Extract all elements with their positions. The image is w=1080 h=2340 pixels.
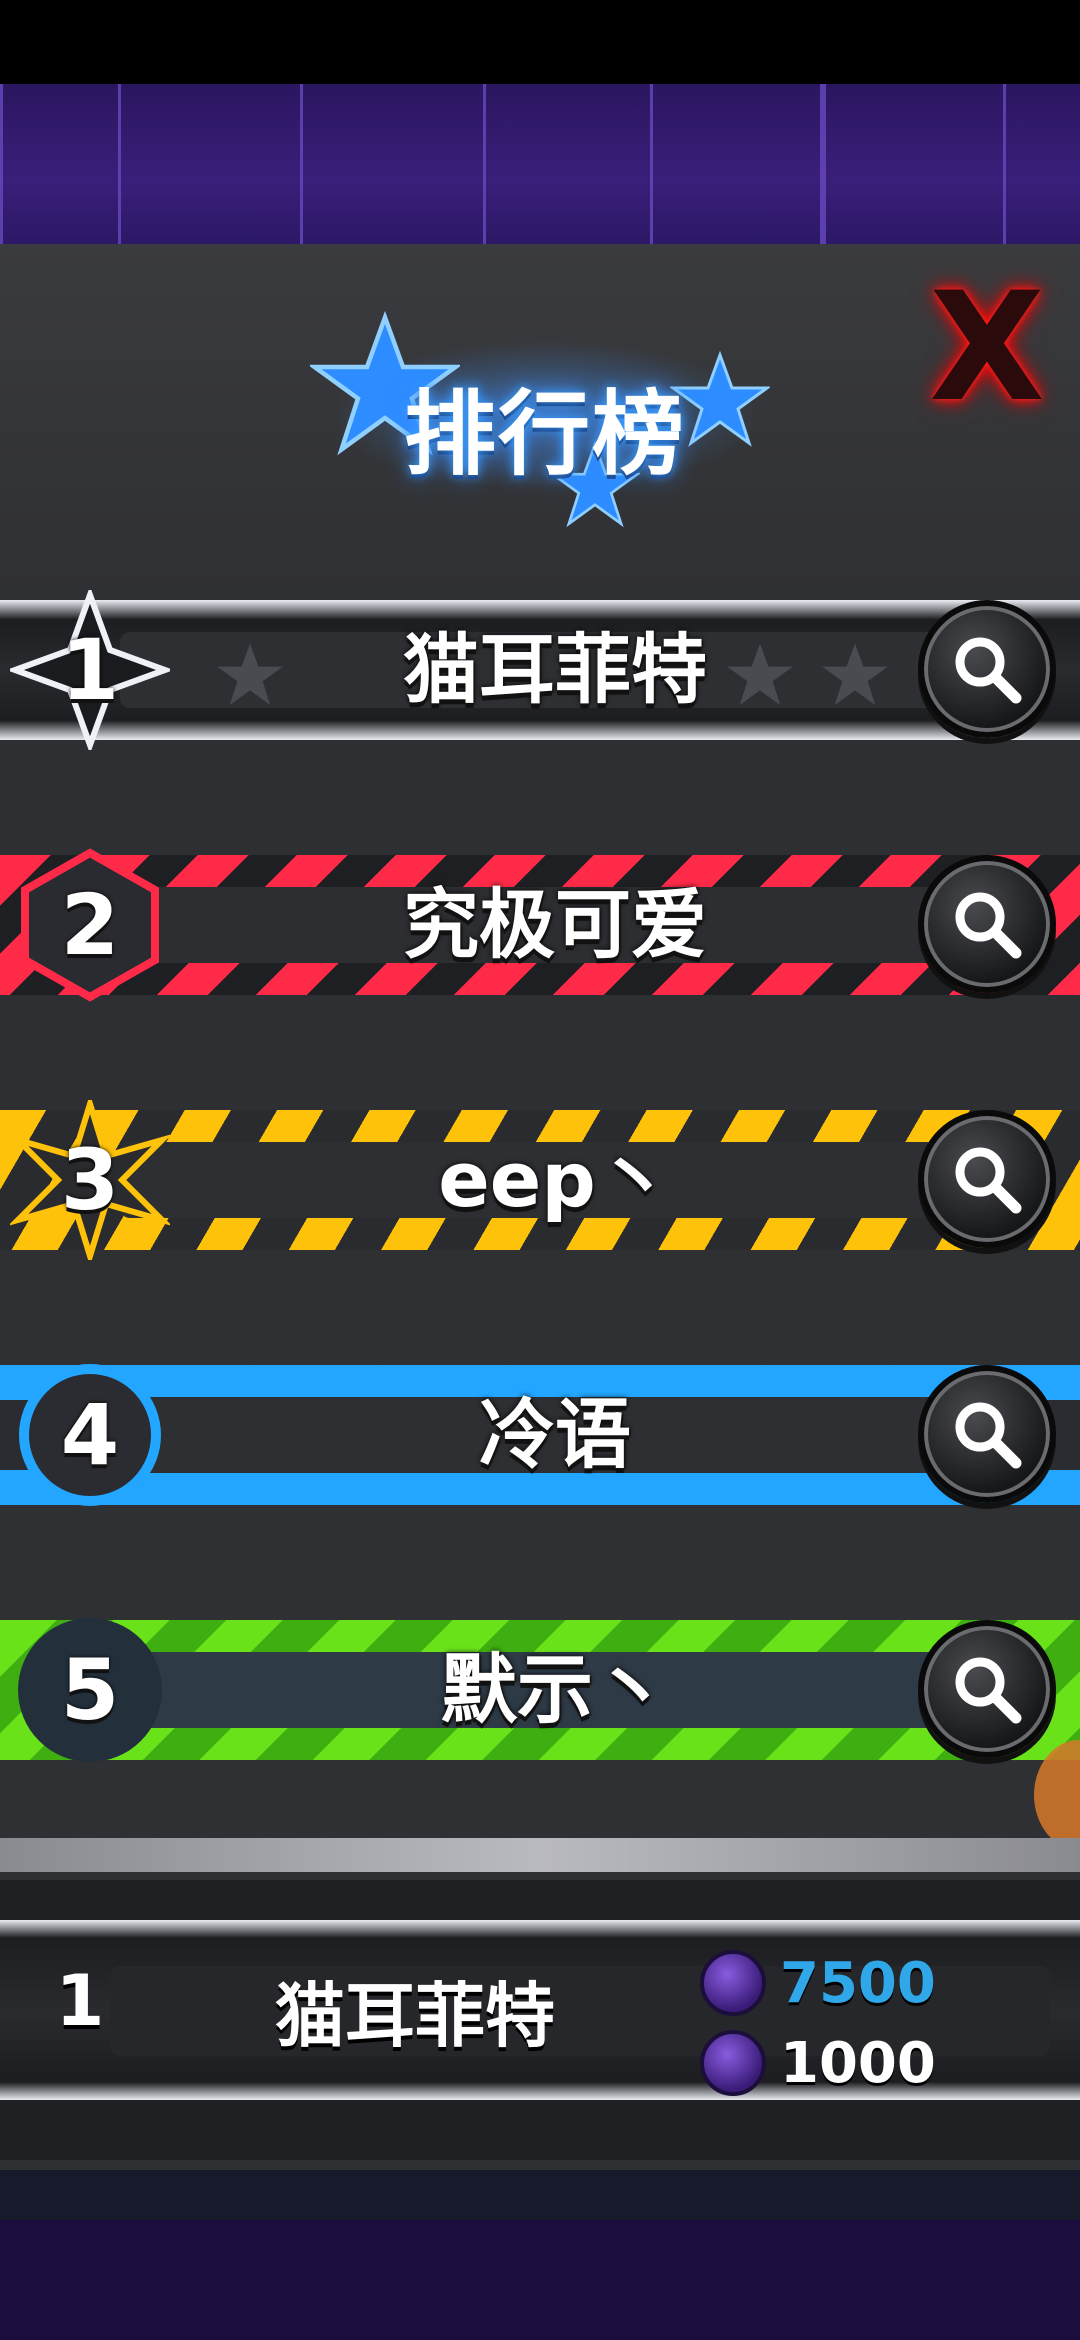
divider — [0, 1838, 1080, 1872]
search-button[interactable] — [918, 1110, 1056, 1248]
my-rank-number: 1 — [55, 1960, 105, 2042]
rank-number: 2 — [60, 876, 120, 974]
player-name: 猫耳菲特 — [403, 625, 707, 714]
rank-number: 4 — [60, 1386, 120, 1484]
leaderboard-row[interactable]: 2 究极可爱 — [0, 825, 1080, 1025]
magnifier-icon — [955, 637, 1022, 704]
search-button[interactable] — [918, 855, 1056, 993]
my-player-name: 猫耳菲特 — [275, 1975, 555, 2057]
status-bar — [0, 0, 1080, 84]
search-button[interactable] — [918, 1365, 1056, 1503]
rank-number: 5 — [60, 1641, 120, 1739]
search-button[interactable] — [918, 600, 1056, 738]
navigation-bar — [0, 2220, 1080, 2340]
magnifier-icon — [955, 892, 1022, 959]
shield-coin-icon — [700, 1950, 766, 2016]
leaderboard-row[interactable]: 1 猫耳菲特 — [0, 570, 1080, 770]
player-name: 究极可爱 — [403, 880, 707, 969]
currency-2: 1000 — [700, 2026, 936, 2100]
player-name: 默示丶 — [441, 1645, 669, 1734]
gem-coin-icon — [700, 2030, 766, 2096]
magnifier-icon — [955, 1657, 1022, 1724]
my-rank-row: 1 猫耳菲特 7500 1000 — [0, 1880, 1080, 2160]
leaderboard-row[interactable]: 5 默示丶 — [0, 1590, 1080, 1790]
title-banner: 排行榜 — [310, 300, 780, 530]
rank-number: 3 — [60, 1131, 120, 1229]
bottom-strip — [0, 2170, 1080, 2220]
page-title: 排行榜 — [403, 381, 686, 488]
close-x-icon: X — [929, 261, 1045, 435]
currency-2-value: 1000 — [780, 2030, 936, 2096]
magnifier-icon — [955, 1147, 1022, 1214]
rank-number: 1 — [60, 621, 120, 719]
leaderboard-row[interactable]: 3 eep丶 — [0, 1080, 1080, 1280]
currency-1: 7500 — [700, 1946, 936, 2020]
close-button[interactable]: X — [912, 273, 1062, 423]
leaderboard-row[interactable]: 4 冷语 — [0, 1335, 1080, 1535]
background-scene — [0, 84, 1080, 244]
player-name: 冷语 — [479, 1390, 631, 1479]
magnifier-icon — [955, 1402, 1022, 1469]
currency-1-value: 7500 — [780, 1950, 936, 2016]
player-name: eep丶 — [438, 1135, 672, 1224]
search-button[interactable] — [918, 1620, 1056, 1758]
